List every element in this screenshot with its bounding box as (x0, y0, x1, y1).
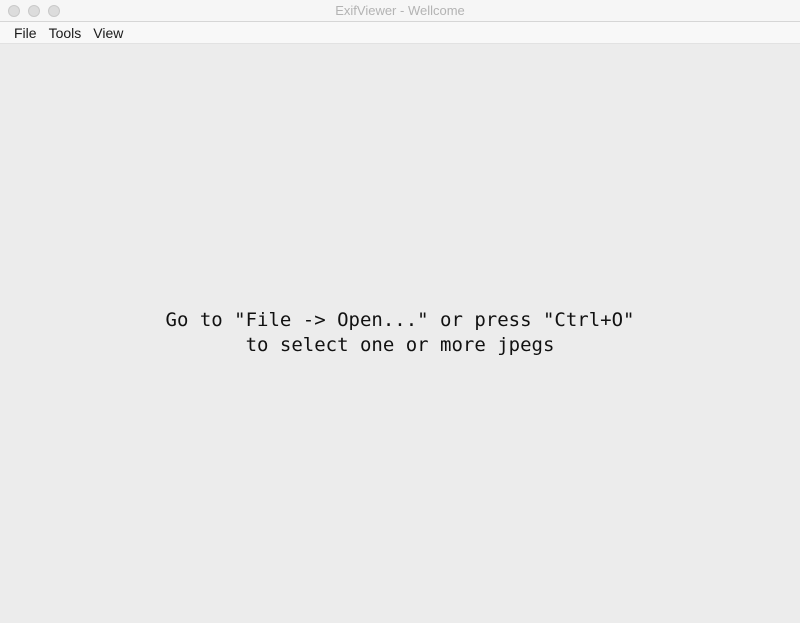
welcome-message: Go to "File -> Open..." or press "Ctrl+O… (0, 308, 800, 358)
menu-tools[interactable]: Tools (43, 23, 88, 43)
window-title: ExifViewer - Wellcome (335, 3, 465, 18)
menu-bar: File Tools View (0, 22, 800, 44)
title-bar[interactable]: ExifViewer - Wellcome (0, 0, 800, 22)
menu-file[interactable]: File (8, 23, 43, 43)
menu-view[interactable]: View (87, 23, 129, 43)
welcome-message-line-1: Go to "File -> Open..." or press "Ctrl+O… (165, 309, 635, 331)
app-window: ExifViewer - Wellcome File Tools View Go… (0, 0, 800, 623)
main-content: Go to "File -> Open..." or press "Ctrl+O… (0, 44, 800, 623)
welcome-message-line-2: to select one or more jpegs (245, 334, 555, 356)
